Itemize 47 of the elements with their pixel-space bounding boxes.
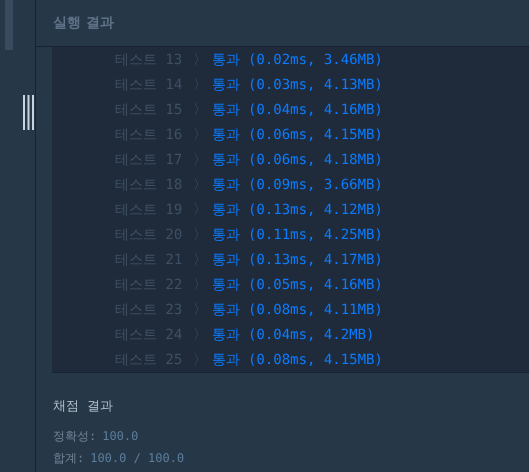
grading-value: 100.0 — [102, 428, 138, 444]
panel-title: 실행 결과 — [53, 14, 114, 32]
result-detail: (0.04ms, 4.16MB) — [248, 101, 383, 120]
separator-glyph: 〉 — [193, 101, 208, 120]
separator-glyph: 〉 — [193, 51, 208, 70]
result-status: 통과 — [212, 76, 240, 95]
separator-glyph: 〉 — [193, 251, 208, 270]
separator-glyph: 〉 — [193, 176, 208, 195]
result-detail: (0.08ms, 4.15MB) — [248, 351, 383, 370]
result-status: 통과 — [212, 276, 240, 295]
result-status: 통과 — [212, 251, 240, 270]
separator-glyph: 〉 — [193, 76, 208, 95]
result-status: 통과 — [212, 301, 240, 320]
result-status: 통과 — [212, 126, 240, 145]
result-detail: (0.06ms, 4.15MB) — [248, 126, 383, 145]
result-status: 통과 — [212, 101, 240, 120]
result-detail: (0.02ms, 3.46MB) — [248, 51, 383, 70]
grading-value: 100.0 / 100.0 — [90, 450, 184, 466]
result-detail: (0.13ms, 4.12MB) — [248, 201, 383, 220]
separator-glyph: 〉 — [193, 326, 208, 345]
result-status: 통과 — [212, 151, 240, 170]
result-detail: (0.08ms, 4.11MB) — [248, 301, 383, 320]
scrollbar-thumb[interactable] — [5, 0, 13, 50]
grading-title: 채점 결과 — [53, 398, 114, 416]
separator-glyph: 〉 — [193, 276, 208, 295]
result-status: 통과 — [212, 326, 240, 345]
separator-glyph: 〉 — [193, 351, 208, 370]
separator-glyph: 〉 — [193, 126, 208, 145]
result-status: 통과 — [212, 351, 240, 370]
grading-label: 합계: — [53, 450, 84, 466]
result-detail: (0.09ms, 3.66MB) — [248, 176, 383, 195]
result-detail: (0.13ms, 4.17MB) — [248, 251, 383, 270]
result-detail: (0.06ms, 4.18MB) — [248, 151, 383, 170]
separator-glyph: 〉 — [193, 201, 208, 220]
result-detail: (0.03ms, 4.13MB) — [248, 76, 383, 95]
result-status: 통과 — [212, 201, 240, 220]
result-detail: (0.05ms, 4.16MB) — [248, 276, 383, 295]
resize-handle-icon[interactable] — [23, 95, 34, 130]
separator-glyph: 〉 — [193, 226, 208, 245]
result-status: 통과 — [212, 176, 240, 195]
separator-glyph: 〉 — [193, 151, 208, 170]
grading-label: 정확성: — [53, 428, 96, 444]
result-status: 통과 — [212, 226, 240, 245]
result-detail: (0.11ms, 4.25MB) — [248, 226, 383, 245]
result-detail: (0.04ms, 4.2MB) — [248, 326, 374, 345]
separator-glyph: 〉 — [193, 301, 208, 320]
result-status: 통과 — [212, 51, 240, 70]
